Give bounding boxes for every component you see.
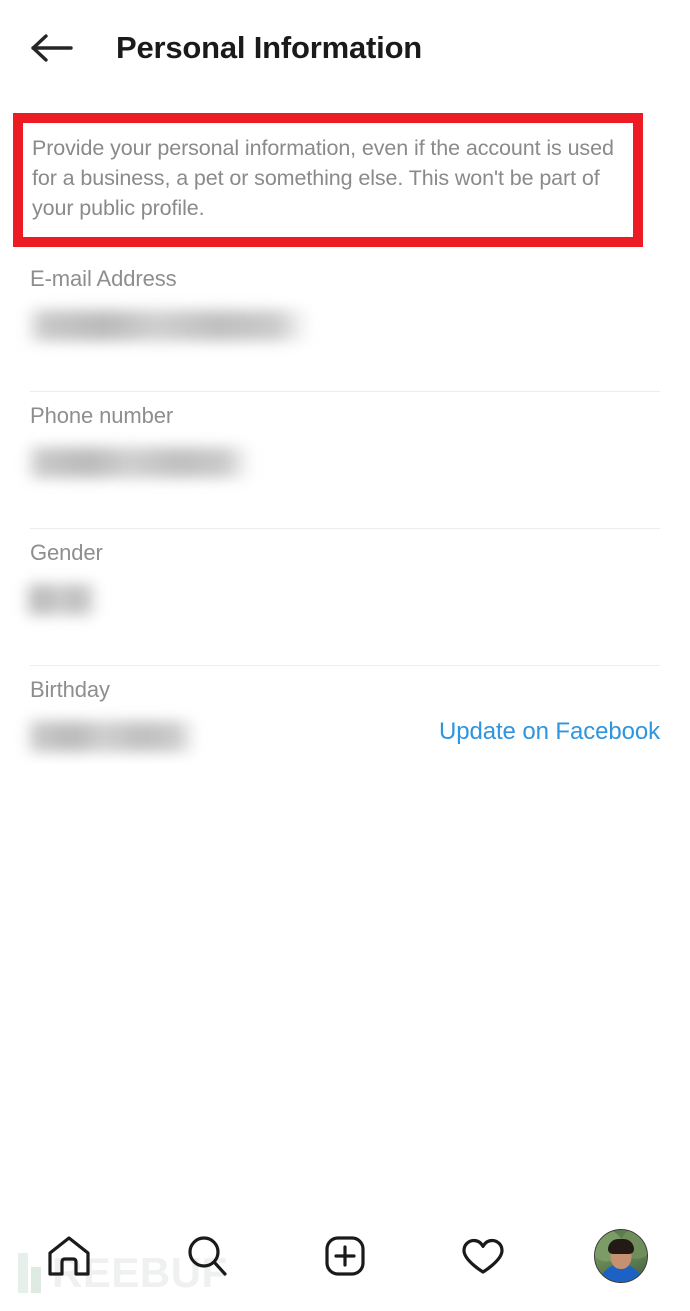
nav-item-search[interactable] [167, 1221, 247, 1291]
field-label: Gender [30, 540, 103, 565]
update-on-facebook-link[interactable]: Update on Facebook [439, 718, 660, 746]
instagram-personal-information-screen: Personal Information Provide your person… [0, 0, 690, 1311]
field-label: Phone number [30, 403, 174, 428]
field-gender[interactable]: Gender [0, 529, 690, 666]
nav-item-add-post[interactable] [305, 1221, 385, 1291]
nav-item-activity[interactable] [443, 1221, 523, 1291]
field-email[interactable]: E-mail Address [0, 255, 690, 392]
home-icon [44, 1231, 94, 1281]
field-value-redacted [25, 310, 310, 341]
field-phone-number[interactable]: Phone number [0, 392, 690, 529]
empty-content-area [0, 764, 690, 1200]
add-post-icon [320, 1231, 370, 1281]
page-title: Personal Information [116, 30, 423, 65]
field-label: E-mail Address [30, 266, 177, 291]
search-icon [182, 1231, 232, 1281]
bottom-navigation-bar [0, 1200, 690, 1311]
nav-item-home[interactable] [29, 1221, 109, 1291]
field-value-redacted [25, 721, 197, 752]
nav-item-profile[interactable] [581, 1221, 661, 1291]
profile-avatar [594, 1228, 648, 1283]
heart-icon [458, 1231, 508, 1281]
back-button[interactable] [20, 16, 84, 80]
personal-info-fields: E-mail Address Phone number Gender Birth… [0, 255, 690, 803]
arrow-left-icon [30, 32, 74, 64]
description-text: Provide your personal information, even … [32, 136, 614, 220]
field-value-redacted [25, 447, 252, 478]
field-label: Birthday [30, 677, 110, 702]
app-header: Personal Information [0, 0, 690, 96]
field-value-redacted [25, 584, 97, 615]
